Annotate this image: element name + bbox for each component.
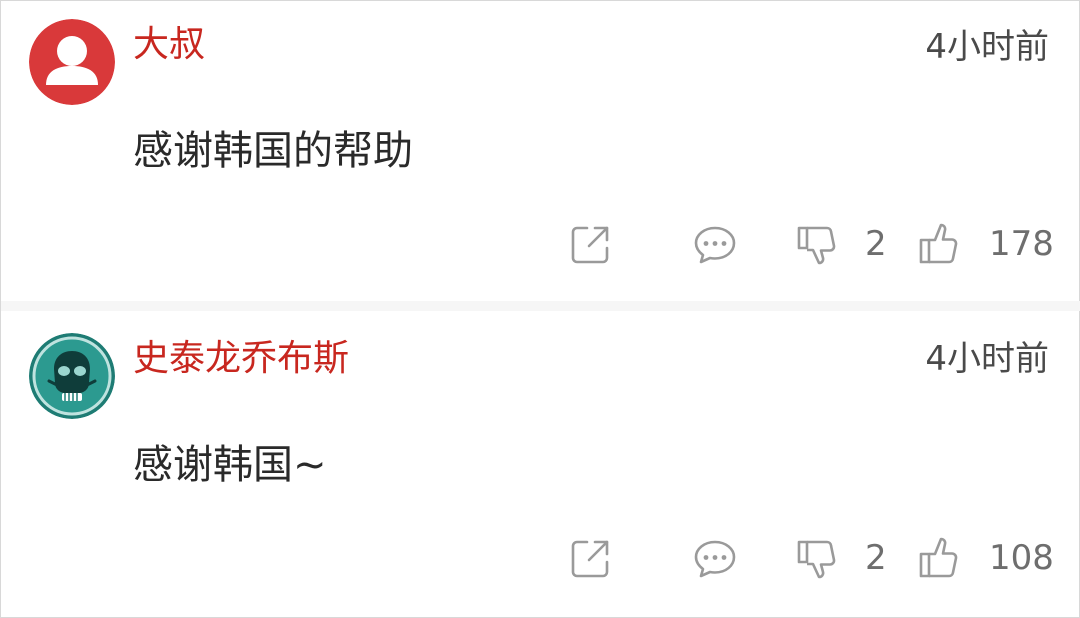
- comment-item: 大叔 4小时前 感谢韩国的帮助 2 178: [1, 1, 1080, 301]
- user-avatar[interactable]: [29, 19, 115, 105]
- comment-actions: 2 178: [1, 216, 1080, 272]
- comment-actions: 2 108: [1, 530, 1080, 586]
- share-icon[interactable]: [567, 534, 615, 582]
- user-avatar[interactable]: [29, 333, 115, 419]
- thumbs-down-icon[interactable]: [793, 220, 841, 268]
- thumbs-up-icon[interactable]: [915, 534, 963, 582]
- comment-time: 4小时前: [925, 27, 1049, 67]
- comment-text: 感谢韩国~: [133, 442, 327, 488]
- comment-divider: [1, 301, 1080, 311]
- share-icon[interactable]: [567, 220, 615, 268]
- thumbs-up-icon[interactable]: [915, 220, 963, 268]
- comment-time: 4小时前: [925, 339, 1049, 379]
- username[interactable]: 史泰龙乔布斯: [133, 337, 349, 381]
- comment-text: 感谢韩国的帮助: [133, 128, 413, 174]
- comment-bubble-icon[interactable]: [691, 534, 739, 582]
- like-count: 178: [989, 224, 1054, 264]
- username[interactable]: 大叔: [133, 23, 205, 67]
- default-user-avatar-icon: [29, 19, 115, 105]
- dislike-count: 2: [865, 224, 887, 264]
- thumbs-down-icon[interactable]: [793, 534, 841, 582]
- like-count: 108: [989, 538, 1054, 578]
- comment-item: 史泰龙乔布斯 4小时前 感谢韩国~ 2 108: [1, 311, 1080, 618]
- skull-mask-avatar-icon: [29, 333, 115, 419]
- comment-list: 大叔 4小时前 感谢韩国的帮助 2 178 史泰龙乔布斯 4小时前 感谢韩国~ …: [0, 0, 1080, 618]
- dislike-count: 2: [865, 538, 887, 578]
- comment-bubble-icon[interactable]: [691, 220, 739, 268]
